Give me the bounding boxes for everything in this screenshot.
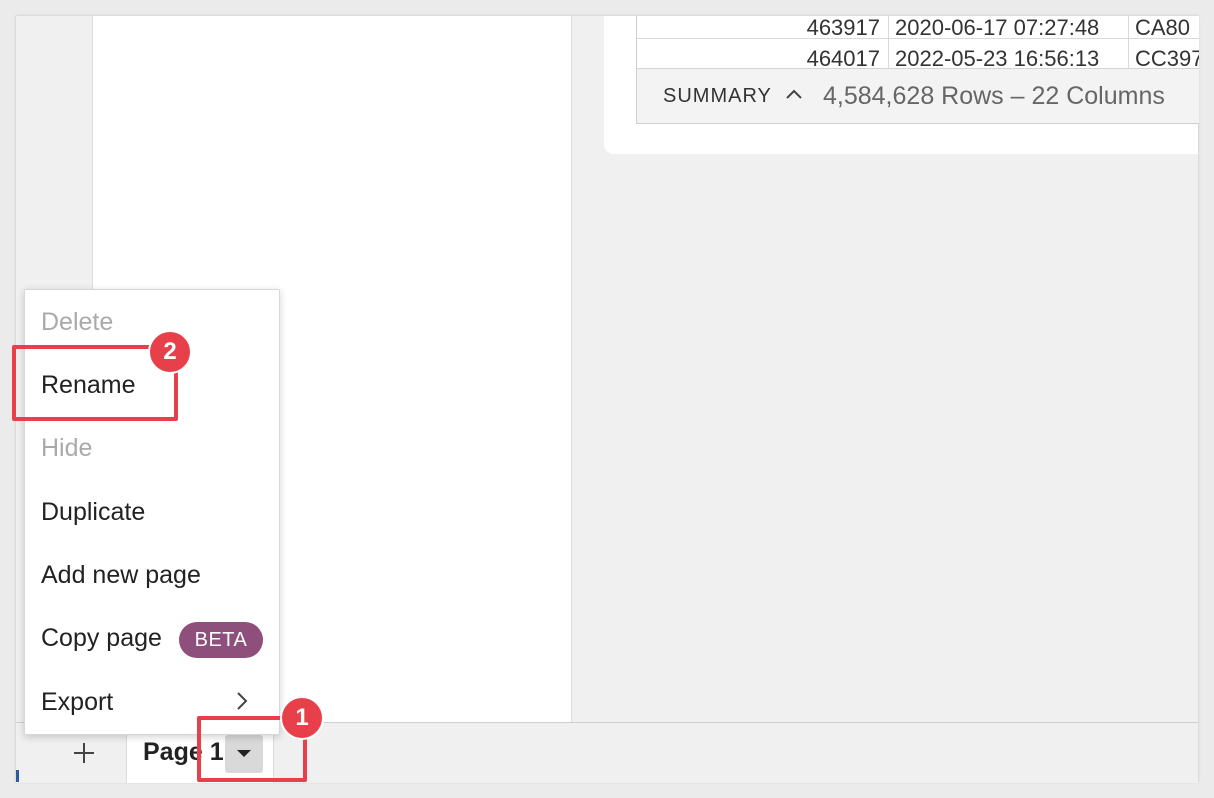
beta-badge: BETA <box>179 622 263 658</box>
menu-item-label: Duplicate <box>41 498 146 526</box>
table-cell[interactable]: CA80 <box>1129 16 1199 38</box>
table-cell[interactable]: 2020-06-17 07:27:48 <box>889 16 1129 38</box>
table-cell[interactable]: CC397 <box>1129 39 1199 69</box>
step-badge-1: 1 <box>280 696 324 740</box>
menu-item-label: Add new page <box>41 561 201 589</box>
step-badge-2: 2 <box>148 330 192 374</box>
table-cell[interactable]: 463917 <box>637 16 889 38</box>
plus-icon <box>74 743 94 763</box>
summary-label: SUMMARY <box>663 85 772 107</box>
menu-item-label: Copy page <box>41 624 162 652</box>
add-page-button[interactable] <box>68 737 100 769</box>
menu-item-duplicate[interactable]: Duplicate <box>25 482 279 540</box>
menu-item-label: Delete <box>41 308 114 336</box>
table-cell[interactable]: 2022-05-23 16:56:13 <box>889 39 1129 69</box>
chevron-up-icon[interactable] <box>785 83 803 106</box>
table-row[interactable]: 463917 2020-06-17 07:27:48 CA80 <box>637 16 1199 39</box>
row-column-count: 4,584,628 Rows – 22 Columns <box>823 82 1165 110</box>
chevron-right-icon <box>235 690 249 717</box>
window-edge-marker <box>16 770 19 782</box>
menu-item-label: Export <box>41 688 114 716</box>
summary-bar[interactable]: SUMMARY 4,584,628 Rows – 22 Columns <box>636 68 1199 124</box>
table-row[interactable]: 464017 2022-05-23 16:56:13 CC397 <box>637 39 1199 70</box>
menu-item-add-new-page[interactable]: Add new page <box>25 545 279 603</box>
data-table[interactable]: 463917 2020-06-17 07:27:48 CA80 464017 2… <box>636 16 1199 71</box>
menu-item-hide: Hide <box>25 418 279 476</box>
table-cell[interactable]: 464017 <box>637 39 889 69</box>
menu-item-copy-page[interactable]: Copy page BETA <box>25 608 279 666</box>
menu-item-label: Hide <box>41 434 93 462</box>
